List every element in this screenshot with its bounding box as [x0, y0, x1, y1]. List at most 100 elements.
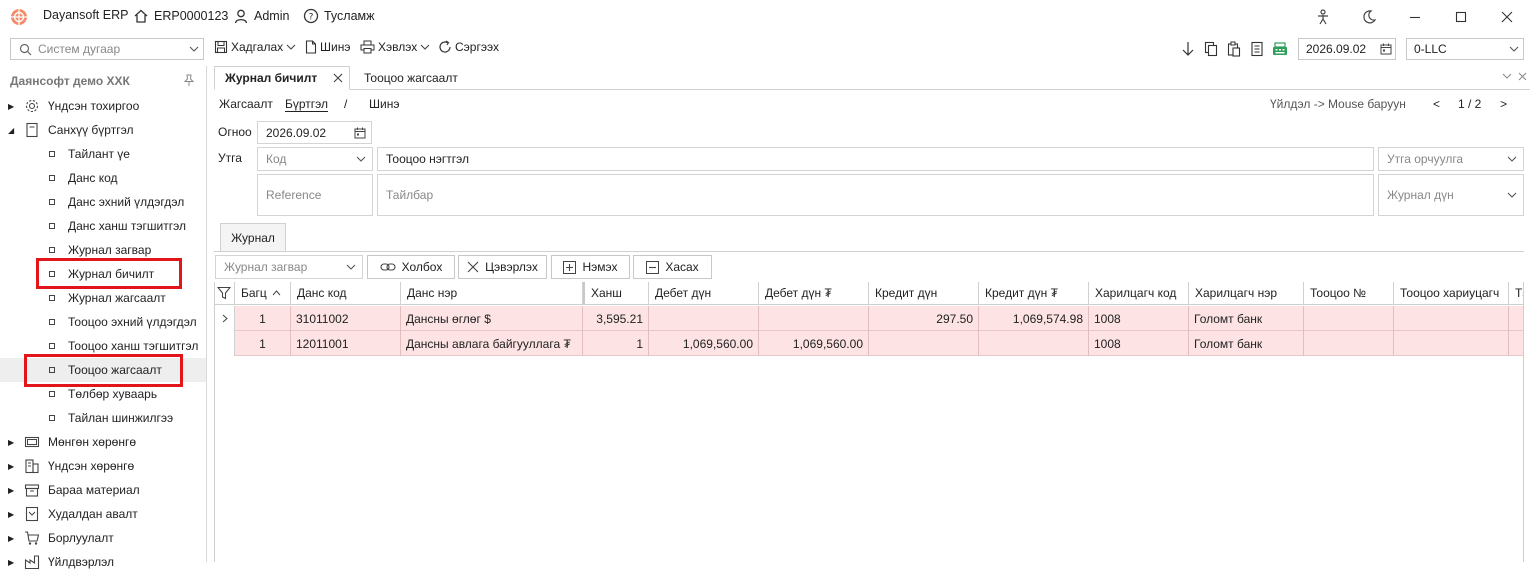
crumb-register[interactable]: Бүртгэл — [285, 97, 329, 112]
column-header-batch[interactable]: Багц — [235, 282, 291, 305]
pin-icon[interactable] — [183, 74, 195, 87]
cell-account-code[interactable]: 12011001 — [291, 331, 401, 356]
cell-settlement-owner[interactable] — [1394, 306, 1509, 331]
save-button[interactable]: Хадгалах — [214, 40, 296, 54]
dark-mode-icon[interactable] — [1360, 8, 1378, 26]
sidebar-item-account-rate-adjustment[interactable]: Данс ханш тэгшитгэл — [0, 214, 206, 238]
cell-debit-mnt[interactable]: 1,069,560.00 — [759, 331, 869, 356]
add-button[interactable]: Нэмэх — [551, 255, 630, 279]
cell-account-name[interactable]: Дансны авлага байгууллага ₮ — [401, 331, 583, 356]
accessibility-icon[interactable] — [1314, 8, 1332, 26]
journal-amount-select[interactable]: Журнал дүн — [1378, 174, 1524, 216]
company-select[interactable]: 0-LLC — [1406, 38, 1524, 60]
download-icon[interactable] — [1181, 41, 1195, 57]
close-all-tabs-icon[interactable] — [1518, 72, 1527, 81]
column-header-credit[interactable]: Кредит дүн — [869, 282, 979, 305]
document-icon[interactable] — [1250, 41, 1264, 57]
sidebar-group-fixed-assets[interactable]: ▶ Үндсэн хөрөнгө — [0, 454, 206, 478]
entry-date-field[interactable]: 2026.09.02 — [257, 121, 372, 144]
minimize-icon[interactable] — [1406, 8, 1424, 26]
cell-settlement-no[interactable] — [1304, 306, 1394, 331]
cell-credit-mnt[interactable] — [979, 331, 1089, 356]
remove-button[interactable]: Хасах — [633, 255, 712, 279]
column-header-partner-name[interactable]: Харилцагч нэр — [1189, 282, 1304, 305]
refresh-button[interactable]: Сэргээх — [438, 40, 499, 54]
copy-icon[interactable] — [1204, 41, 1218, 57]
new-button[interactable]: Шинэ — [305, 40, 350, 54]
maximize-icon[interactable] — [1452, 8, 1470, 26]
sidebar-item-report-analysis[interactable]: Тайлан шинжилгээ — [0, 406, 206, 430]
sidebar-item-reporting-period[interactable]: Тайлант үе — [0, 142, 206, 166]
help-link[interactable]: ? Тусламж — [303, 8, 375, 24]
column-header-settlement-no[interactable]: Тооцоо № — [1304, 282, 1394, 305]
print-button[interactable]: Хэвлэх — [360, 40, 430, 54]
column-header-debit[interactable]: Дебет дүн — [649, 282, 759, 305]
description-input[interactable]: Тайлбар — [377, 174, 1374, 216]
chevron-down-icon[interactable] — [1502, 73, 1512, 79]
close-tab-icon[interactable] — [333, 73, 343, 83]
cash-register-icon[interactable] — [1272, 41, 1288, 57]
reference-input[interactable]: Reference — [257, 174, 373, 216]
sidebar-group-sales[interactable]: ▶ Борлуулалт — [0, 526, 206, 550]
cell-debit[interactable] — [649, 306, 759, 331]
sidebar-item-account-code[interactable]: Данс код — [0, 166, 206, 190]
column-header-account-name[interactable]: Данс нэр — [401, 282, 583, 305]
column-header-credit-mnt[interactable]: Кредит дүн ₮ — [979, 282, 1089, 305]
date-picker[interactable]: 2026.09.02 — [1298, 38, 1396, 60]
clear-button[interactable]: Цэвэрлэх — [458, 255, 547, 279]
row-selector[interactable] — [215, 331, 235, 356]
cell-credit[interactable] — [869, 331, 979, 356]
column-header-more[interactable]: Тэ — [1509, 282, 1523, 305]
cell-account-code[interactable]: 31011002 — [291, 306, 401, 331]
sidebar-group-purchase[interactable]: ▶ Худалдан авалт — [0, 502, 206, 526]
cell-rate[interactable]: 1 — [583, 331, 649, 356]
prev-page-button[interactable]: < — [1433, 97, 1440, 111]
close-window-icon[interactable] — [1498, 8, 1516, 26]
table-row[interactable]: 1 12011001 Дансны авлага байгууллага ₮ 1… — [215, 331, 1523, 356]
column-header-account-code[interactable]: Данс код — [291, 282, 401, 305]
user-menu[interactable]: Admin — [233, 8, 289, 24]
next-page-button[interactable]: > — [1500, 97, 1507, 111]
filter-icon[interactable] — [215, 282, 235, 305]
column-header-debit-mnt[interactable]: Дебет дүн ₮ — [759, 282, 869, 305]
code-select[interactable]: Код — [257, 147, 373, 171]
cell-debit-mnt[interactable] — [759, 306, 869, 331]
column-header-rate[interactable]: Ханш — [583, 282, 649, 305]
cell-credit[interactable]: 297.50 — [869, 306, 979, 331]
tab-journal-entry[interactable]: Журнал бичилт — [214, 66, 350, 90]
cell-credit-mnt[interactable]: 1,069,574.98 — [979, 306, 1089, 331]
link-button[interactable]: Холбох — [367, 255, 455, 279]
journal-template-select[interactable]: Журнал загвар — [215, 255, 363, 279]
tab-settlement-list[interactable]: Тооцоо жагсаалт — [354, 66, 468, 90]
cell-partner-name[interactable]: Голомт банк — [1189, 331, 1304, 356]
tab-journal[interactable]: Журнал — [220, 223, 286, 251]
home-link[interactable]: ERP0000123 — [133, 8, 228, 24]
sidebar-group-settings[interactable]: ▶ Үндсэн тохиргоо — [0, 94, 206, 118]
table-row[interactable]: 1 31011002 Дансны өглөг $ 3,595.21 297.5… — [215, 306, 1523, 331]
sidebar-item-account-opening-balance[interactable]: Данс эхний үлдэгдэл — [0, 190, 206, 214]
cell-batch[interactable]: 1 — [235, 306, 291, 331]
sidebar-group-finance[interactable]: ◢ Санхүү бүртгэл — [0, 118, 206, 142]
sidebar-group-cash[interactable]: ▶ Мөнгөн хөрөнгө — [0, 430, 206, 454]
cell-batch[interactable]: 1 — [235, 331, 291, 356]
sidebar-item-settlement-opening-balance[interactable]: Тооцоо эхний үлдэгдэл — [0, 310, 206, 334]
column-header-settlement-owner[interactable]: Тооцоо хариуцагч — [1394, 282, 1509, 305]
summary-input[interactable]: Тооцоо нэгтгэл — [377, 147, 1374, 171]
system-number-search[interactable]: Систем дугаар — [10, 38, 204, 60]
cell-partner-code[interactable]: 1008 — [1089, 306, 1189, 331]
cell-partner-code[interactable]: 1008 — [1089, 331, 1189, 356]
sidebar-item-journal-list[interactable]: Журнал жагсаалт — [0, 286, 206, 310]
cell-settlement-owner[interactable] — [1394, 331, 1509, 356]
cell-settlement-no[interactable] — [1304, 331, 1394, 356]
cell-debit[interactable]: 1,069,560.00 — [649, 331, 759, 356]
column-header-partner-code[interactable]: Харилцагч код — [1089, 282, 1189, 305]
row-selector-icon[interactable] — [215, 306, 235, 331]
cell-rate[interactable]: 3,595.21 — [583, 306, 649, 331]
note-translation-select[interactable]: Утга орчуулга — [1378, 147, 1524, 171]
sidebar-group-inventory[interactable]: ▶ Бараа материал — [0, 478, 206, 502]
cell-account-name[interactable]: Дансны өглөг $ — [401, 306, 583, 331]
cell-partner-name[interactable]: Голомт банк — [1189, 306, 1304, 331]
sidebar-group-production[interactable]: ▶ Үйлдвэрлэл — [0, 550, 206, 574]
crumb-new[interactable]: Шинэ — [369, 97, 399, 111]
paste-icon[interactable] — [1227, 41, 1241, 57]
